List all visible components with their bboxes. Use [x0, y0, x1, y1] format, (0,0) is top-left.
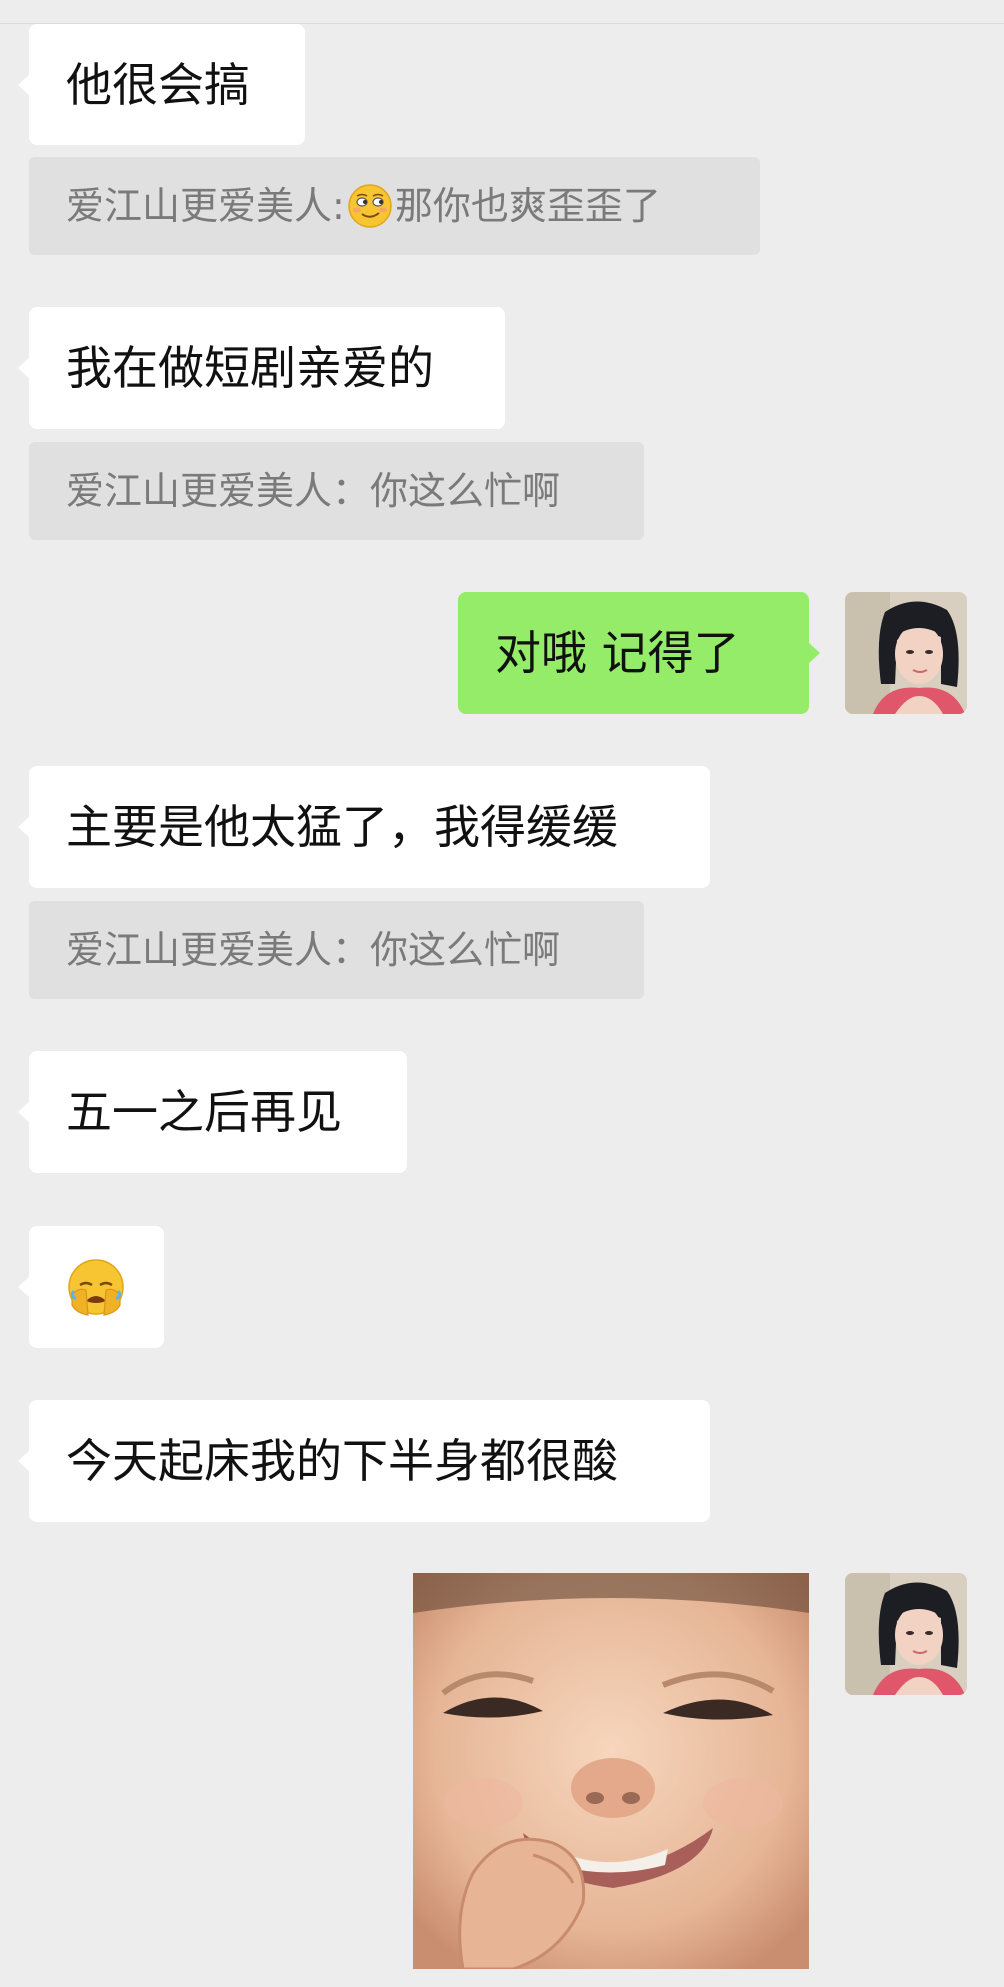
message-text: 今天起床我的下半身都很酸 [66, 1434, 618, 1488]
message-bubble-incoming[interactable]: 主要是他太猛了，我得缓缓 [18, 766, 710, 888]
bubble-tail [18, 73, 30, 96]
bubble-tail [18, 1450, 30, 1472]
bubble-tail [18, 357, 30, 379]
avatar-photo [845, 592, 967, 714]
message-bubble-incoming[interactable]: 我在做短剧亲爱的 [18, 307, 505, 429]
message-text: 五一之后再见 [66, 1085, 342, 1139]
message-bubble-incoming[interactable]: 今天起床我的下半身都很酸 [18, 1400, 710, 1522]
quoted-reply[interactable]: 爱江山更爱美人：你这么忙啊 [29, 442, 644, 540]
quote-text: 那你也爽歪歪了 [394, 184, 661, 228]
message-text: 主要是他太猛了，我得缓缓 [66, 800, 618, 854]
bubble-tail [18, 816, 30, 838]
avatar[interactable] [845, 592, 967, 714]
facepalm-face-icon [68, 1259, 124, 1316]
avatar-photo [845, 1573, 967, 1695]
message-bubble-outgoing[interactable]: 对哦 记得了 [458, 592, 820, 714]
bubble-tail [18, 1276, 30, 1298]
message-bubble-incoming[interactable] [18, 1226, 164, 1348]
quote-sender: 爱江山更爱美人: [66, 184, 345, 228]
message-text: 他很会搞 [66, 57, 250, 112]
message-text: 对哦 记得了 [495, 626, 740, 680]
sticker-image[interactable] [413, 1573, 809, 1969]
quote-text: 爱江山更爱美人：你这么忙啊 [66, 469, 561, 513]
bubble-tail [808, 642, 820, 664]
quoted-reply[interactable]: 爱江山更爱美人: 那你也爽歪歪了 [29, 157, 760, 255]
quote-text: 爱江山更爱美人：你这么忙啊 [66, 928, 561, 972]
message-bubble-incoming[interactable]: 他很会搞 [18, 24, 305, 145]
baby-sticker [413, 1573, 809, 1969]
bubble-tail [18, 1101, 30, 1123]
message-bubble-incoming[interactable]: 五一之后再见 [18, 1051, 407, 1173]
avatar[interactable] [845, 1573, 967, 1695]
quoted-reply[interactable]: 爱江山更爱美人：你这么忙啊 [29, 901, 644, 999]
smirk-face-icon [348, 184, 392, 228]
message-text: 我在做短剧亲爱的 [66, 341, 434, 395]
